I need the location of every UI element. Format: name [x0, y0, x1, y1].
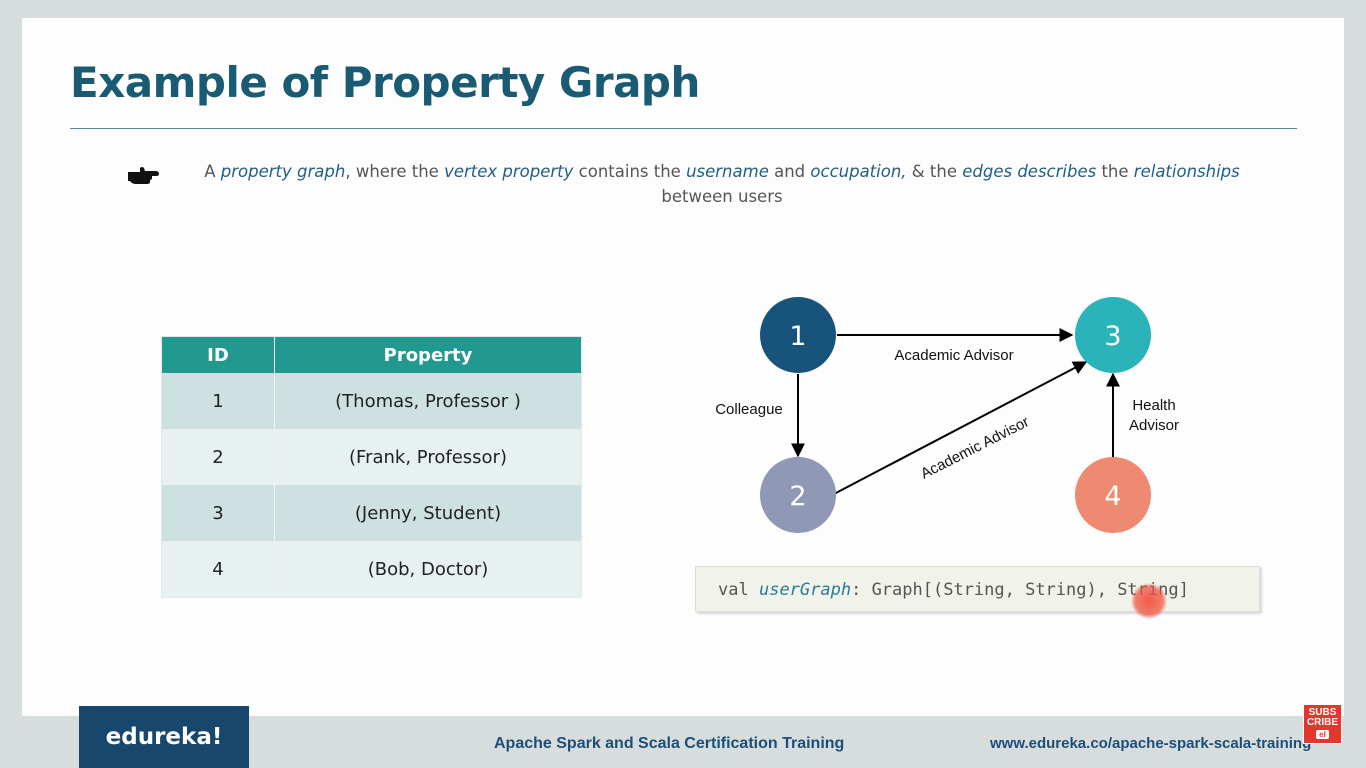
node-label-3: 3	[1104, 321, 1121, 352]
graph-node-1: 1	[760, 297, 836, 373]
node-label-4: 4	[1104, 481, 1121, 512]
edge-label-4-3-line1: Health	[1132, 397, 1175, 414]
code-keyword: val	[718, 580, 749, 600]
footer-course-title: Apache Spark and Scala Certification Tra…	[494, 735, 845, 752]
edge-label-1-3: Academic Advisor	[894, 347, 1013, 364]
edge-label-4-3-line2: Advisor	[1129, 417, 1179, 434]
graph-node-3: 3	[1075, 297, 1151, 373]
node-label-2: 2	[789, 481, 806, 512]
edureka-logo: edureka!	[79, 706, 249, 768]
graph-node-2: 2	[760, 457, 836, 533]
code-variable: userGraph	[758, 580, 852, 600]
cursor-highlight-icon	[1131, 583, 1167, 619]
node-label-1: 1	[789, 321, 806, 352]
code-snippet: val userGraph: Graph[(String, String), S…	[695, 566, 1260, 612]
graph-node-4: 4	[1075, 457, 1151, 533]
subscribe-mini-label: el	[1316, 730, 1329, 739]
subscribe-button[interactable]: SUBS CRIBE el	[1303, 704, 1342, 744]
subscribe-line2: CRIBE	[1306, 717, 1339, 728]
edge-label-1-2: Colleague	[715, 401, 783, 418]
footer-url[interactable]: www.edureka.co/apache-spark-scala-traini…	[990, 735, 1311, 752]
edge-label-2-3: Academic Advisor	[918, 413, 1032, 482]
edge-2-to-3	[833, 361, 1088, 495]
